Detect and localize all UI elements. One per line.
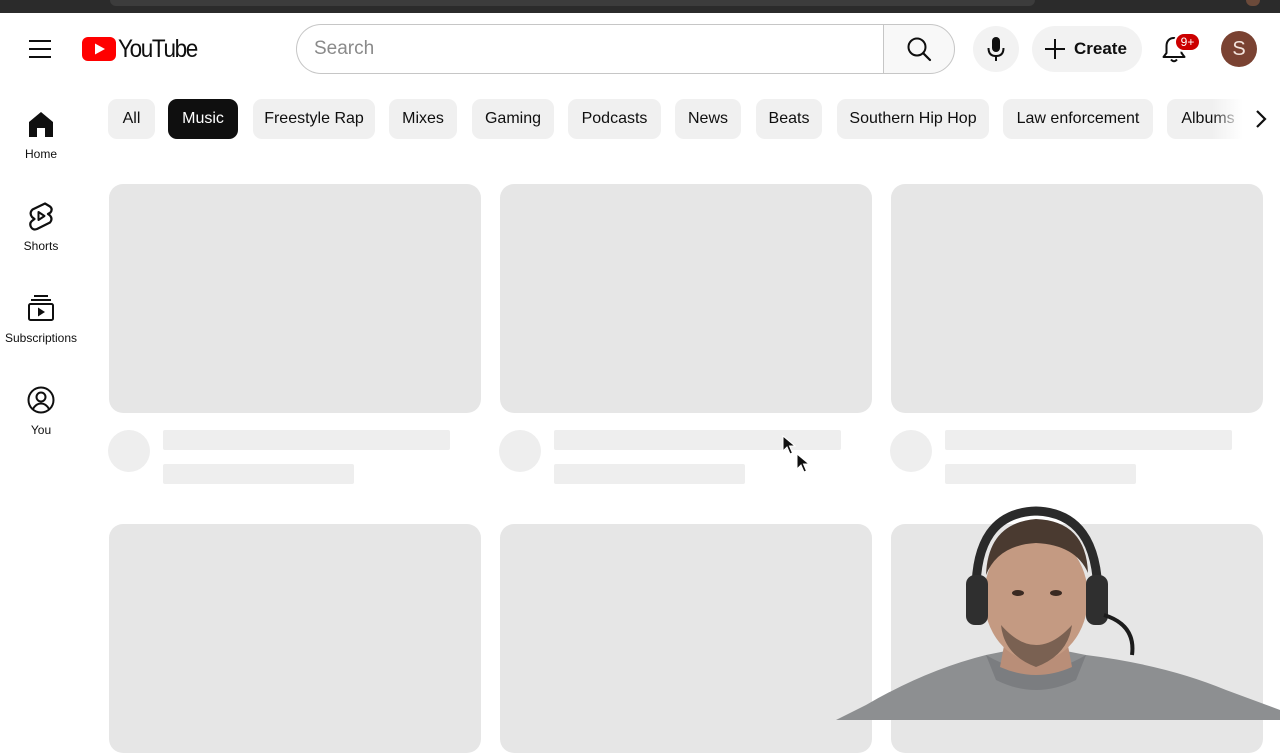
title-placeholder bbox=[163, 430, 450, 450]
search-box bbox=[296, 24, 884, 74]
chip-law-enforcement[interactable]: Law enforcement bbox=[1003, 99, 1153, 139]
chip-all[interactable]: All bbox=[108, 99, 155, 139]
guide-label-shorts: Shorts bbox=[23, 239, 59, 253]
video-thumbnail-placeholder bbox=[109, 524, 481, 753]
title-placeholder bbox=[554, 430, 841, 450]
chip-freestyle-rap[interactable]: Freestyle Rap bbox=[253, 99, 375, 139]
youtube-wordmark: YouTube bbox=[118, 34, 198, 63]
mouse-cursor-icon bbox=[782, 435, 796, 455]
hamburger-icon bbox=[29, 40, 51, 58]
chip-beats[interactable]: Beats bbox=[756, 99, 822, 139]
guide-label-home: Home bbox=[24, 147, 57, 161]
title-placeholder bbox=[945, 430, 1232, 450]
chip-music[interactable]: Music bbox=[168, 99, 238, 139]
create-button[interactable]: Create bbox=[1032, 26, 1142, 72]
chip-gaming[interactable]: Gaming bbox=[472, 99, 554, 139]
voice-search-button[interactable] bbox=[973, 26, 1019, 72]
metadata-placeholder bbox=[554, 464, 745, 484]
video-thumbnail-placeholder bbox=[500, 524, 872, 753]
home-icon bbox=[29, 112, 53, 137]
chevron-right-icon bbox=[1256, 110, 1267, 128]
browser-toolbar-strip bbox=[0, 0, 1280, 13]
chip-bar: All Music Freestyle Rap Mixes Gaming Pod… bbox=[108, 99, 1280, 139]
browser-profile-icon[interactable] bbox=[1246, 0, 1260, 6]
notification-count-badge: 9+ bbox=[1174, 32, 1201, 52]
youtube-play-logo-icon bbox=[82, 37, 116, 61]
account-avatar[interactable]: S bbox=[1221, 31, 1257, 67]
search-input[interactable] bbox=[314, 38, 884, 60]
guide-label-you: You bbox=[30, 423, 52, 437]
guide-item-you[interactable]: You bbox=[0, 371, 82, 451]
video-thumbnail-placeholder bbox=[891, 184, 1263, 413]
chip-news[interactable]: News bbox=[675, 99, 741, 139]
streamer-webcam-image bbox=[836, 506, 1280, 720]
mouse-cursor-icon bbox=[796, 453, 810, 473]
guide-item-home[interactable]: Home bbox=[0, 95, 82, 175]
guide-item-shorts[interactable]: Shorts bbox=[0, 187, 82, 267]
you-icon bbox=[27, 386, 55, 414]
video-thumbnail-placeholder bbox=[500, 184, 872, 413]
search-button[interactable] bbox=[883, 24, 955, 74]
metadata-placeholder bbox=[945, 464, 1136, 484]
youtube-logo[interactable]: YouTube bbox=[82, 35, 206, 63]
chip-scroll-right-button[interactable] bbox=[1244, 101, 1278, 137]
guide-menu-button[interactable] bbox=[20, 29, 60, 69]
guide-label-subscriptions: Subscriptions bbox=[4, 331, 78, 345]
shorts-icon bbox=[29, 202, 53, 231]
metadata-placeholder bbox=[163, 464, 354, 484]
search-icon bbox=[907, 37, 932, 62]
microphone-icon bbox=[987, 37, 1005, 61]
webcam-overlay bbox=[836, 505, 1280, 720]
masthead: YouTube Create 9+ S bbox=[0, 13, 1280, 85]
chip-southern-hip-hop[interactable]: Southern Hip Hop bbox=[837, 99, 989, 139]
plus-icon bbox=[1045, 39, 1065, 59]
subscriptions-icon bbox=[28, 295, 54, 321]
chip-mixes[interactable]: Mixes bbox=[389, 99, 457, 139]
channel-avatar-placeholder bbox=[108, 430, 150, 472]
chip-podcasts[interactable]: Podcasts bbox=[568, 99, 661, 139]
guide-item-subscriptions[interactable]: Subscriptions bbox=[0, 279, 82, 359]
create-button-label: Create bbox=[1074, 39, 1127, 58]
channel-avatar-placeholder bbox=[499, 430, 541, 472]
video-thumbnail-placeholder bbox=[109, 184, 481, 413]
browser-address-bar[interactable] bbox=[110, 0, 1035, 6]
channel-avatar-placeholder bbox=[890, 430, 932, 472]
